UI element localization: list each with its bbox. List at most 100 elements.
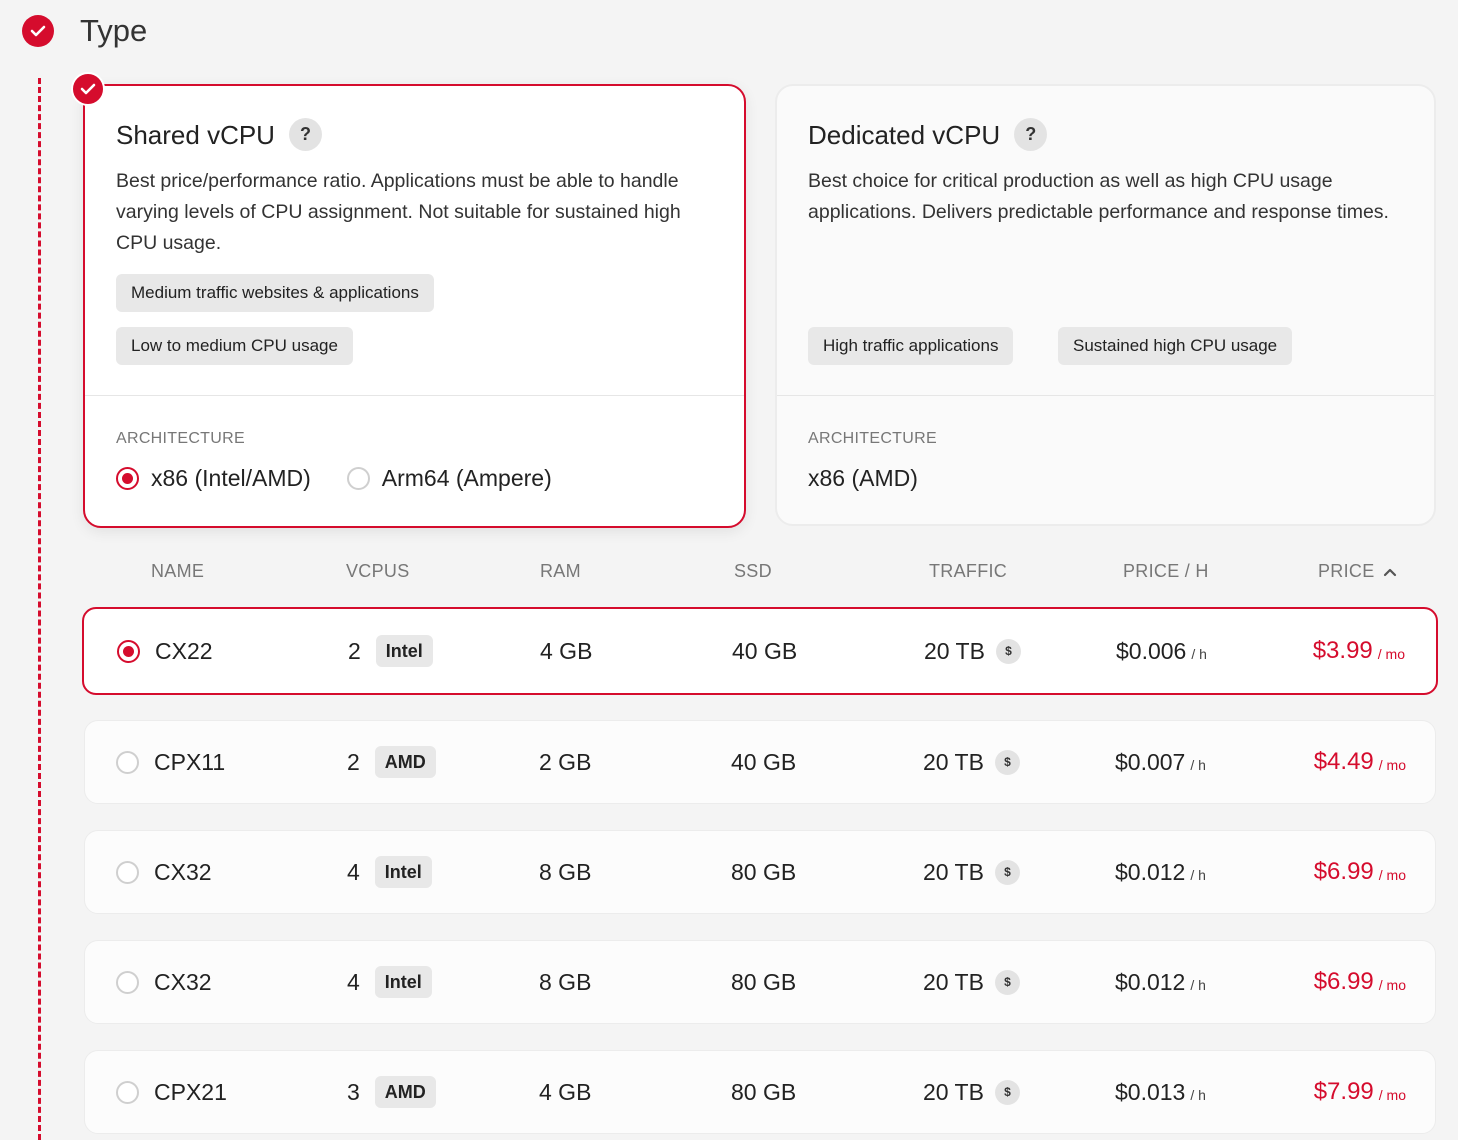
monthly-unit: / mo [1378, 1087, 1406, 1103]
column-header-price-hourly[interactable]: PRICE / H [1123, 561, 1209, 582]
vcpu-count: 3 [347, 1078, 360, 1105]
cpu-vendor-badge: Intel [374, 966, 432, 998]
monthly-unit: / mo [1378, 867, 1406, 883]
monthly-price: $6.99 [1313, 968, 1374, 995]
step-title: Type [80, 13, 148, 48]
card-title: Dedicated vCPU [808, 119, 1001, 150]
dollar-icon[interactable]: $ [994, 749, 1020, 775]
monthly-price: $3.99 [1312, 637, 1373, 664]
server-type-row[interactable]: CPX11 2 AMD 2 GB 40 GB 20 TB $ $0.007/ h $4.49/ … [84, 720, 1436, 804]
use-case-tag: Sustained high CPU usage [1058, 327, 1293, 365]
hourly-unit: / h [1191, 646, 1207, 662]
ram-value: 4 GB [539, 1078, 592, 1105]
monthly-unit: / mo [1377, 646, 1405, 662]
radio-icon[interactable] [116, 750, 139, 774]
monthly-price: $6.99 [1313, 858, 1374, 885]
radio-icon[interactable] [116, 860, 139, 884]
ssd-value: 80 GB [731, 968, 797, 995]
vcpu-count: 2 [348, 637, 361, 664]
card-title: Shared vCPU [116, 119, 275, 150]
vcpu-count: 2 [347, 748, 360, 775]
use-case-tag: High traffic applications [808, 327, 1014, 365]
arch-option-label: Arm64 (Ampere) [381, 465, 552, 491]
ram-value: 4 GB [540, 637, 593, 664]
column-header-price[interactable]: PRICE [1318, 561, 1397, 582]
cpu-vendor-badge: AMD [374, 746, 436, 778]
dedicated-vcpu-card[interactable]: Dedicated vCPU ? Best choice for critica… [775, 84, 1436, 526]
shared-vcpu-card[interactable]: Shared vCPU ? Best price/performance rat… [71, 72, 746, 528]
server-type-row[interactable]: CX22 2 Intel 4 GB 40 GB 20 TB $ $0.006/ h $3.99/… [82, 607, 1438, 695]
architecture-label: ARCHITECTURE [808, 430, 937, 447]
server-name: CX32 [154, 968, 212, 995]
step-complete-check-icon [22, 15, 54, 47]
radio-selected-icon[interactable] [116, 467, 139, 490]
architecture-value: x86 (AMD) [808, 465, 918, 491]
dollar-icon[interactable]: $ [994, 859, 1020, 885]
sort-ascending-icon [1383, 568, 1396, 576]
cpu-vendor-badge: AMD [374, 1076, 436, 1108]
traffic-value: 20 TB [923, 748, 984, 775]
column-header-vcpus[interactable]: VCPUS [346, 561, 410, 582]
column-header-price-label: PRICE [1318, 561, 1375, 581]
radio-icon[interactable] [116, 1080, 139, 1104]
vcpu-count: 4 [347, 968, 360, 995]
vcpu-count: 4 [347, 858, 360, 885]
hourly-price: $0.012 [1115, 968, 1186, 995]
arch-option-label: x86 (Intel/AMD) [151, 465, 311, 491]
server-name: CX32 [154, 858, 212, 885]
card-divider [85, 395, 744, 396]
server-name: CPX21 [154, 1078, 227, 1105]
ssd-value: 80 GB [731, 858, 797, 885]
card-description: Best choice for critical production as w… [808, 170, 1389, 223]
arch-option-x86[interactable]: x86 (Intel/AMD) [116, 465, 311, 492]
hourly-unit: / h [1190, 1087, 1206, 1103]
dollar-icon[interactable]: $ [995, 638, 1021, 664]
card-selected-check-icon [71, 72, 105, 106]
arch-option-arm64[interactable]: Arm64 (Ampere) [346, 465, 552, 492]
ram-value: 8 GB [539, 858, 592, 885]
ssd-value: 80 GB [731, 1078, 797, 1105]
monthly-price: $7.99 [1313, 1078, 1374, 1105]
step-connector-line [38, 78, 41, 1140]
help-icon[interactable]: ? [288, 118, 322, 151]
server-type-row[interactable]: CPX21 3 AMD 4 GB 80 GB 20 TB $ $0.013/ h $7.99/ … [84, 1050, 1436, 1134]
use-case-tag: Medium traffic websites & applications [116, 274, 434, 312]
radio-icon[interactable] [116, 970, 139, 994]
ssd-value: 40 GB [731, 748, 797, 775]
radio-selected-icon[interactable] [117, 639, 140, 663]
cpu-vendor-badge: Intel [375, 635, 433, 667]
column-header-name[interactable]: NAME [151, 561, 204, 582]
ram-value: 2 GB [539, 748, 592, 775]
use-case-tag: Low to medium CPU usage [116, 327, 353, 365]
ram-value: 8 GB [539, 968, 592, 995]
card-divider [777, 395, 1434, 396]
radio-icon[interactable] [346, 467, 370, 490]
monthly-unit: / mo [1378, 757, 1406, 773]
column-header-ram[interactable]: RAM [540, 561, 581, 582]
server-name: CX22 [155, 637, 213, 664]
hourly-unit: / h [1190, 757, 1206, 773]
dollar-icon[interactable]: $ [994, 1079, 1020, 1105]
ssd-value: 40 GB [732, 637, 798, 664]
traffic-value: 20 TB [923, 968, 984, 995]
hourly-price: $0.013 [1115, 1078, 1186, 1105]
server-name: CPX11 [154, 748, 226, 775]
column-header-ssd[interactable]: SSD [734, 561, 772, 582]
column-header-traffic[interactable]: TRAFFIC [929, 561, 1007, 582]
server-type-row[interactable]: CX32 4 Intel 8 GB 80 GB 20 TB $ $0.012/ h $6.99/… [84, 940, 1436, 1024]
hourly-price: $0.012 [1115, 858, 1186, 885]
monthly-price: $4.49 [1313, 748, 1374, 775]
cpu-vendor-badge: Intel [374, 856, 432, 888]
hourly-price: $0.007 [1115, 748, 1186, 775]
hourly-unit: / h [1190, 977, 1206, 993]
hourly-unit: / h [1190, 867, 1206, 883]
traffic-value: 20 TB [923, 858, 984, 885]
monthly-unit: / mo [1378, 977, 1406, 993]
hourly-price: $0.006 [1116, 637, 1187, 664]
help-icon[interactable]: ? [1014, 118, 1048, 151]
card-description: Best price/performance ratio. Applicatio… [116, 170, 681, 254]
architecture-label: ARCHITECTURE [116, 430, 245, 447]
traffic-value: 20 TB [924, 637, 985, 664]
server-type-row[interactable]: CX32 4 Intel 8 GB 80 GB 20 TB $ $0.012/ h $6.99/… [84, 830, 1436, 914]
dollar-icon[interactable]: $ [994, 969, 1020, 995]
